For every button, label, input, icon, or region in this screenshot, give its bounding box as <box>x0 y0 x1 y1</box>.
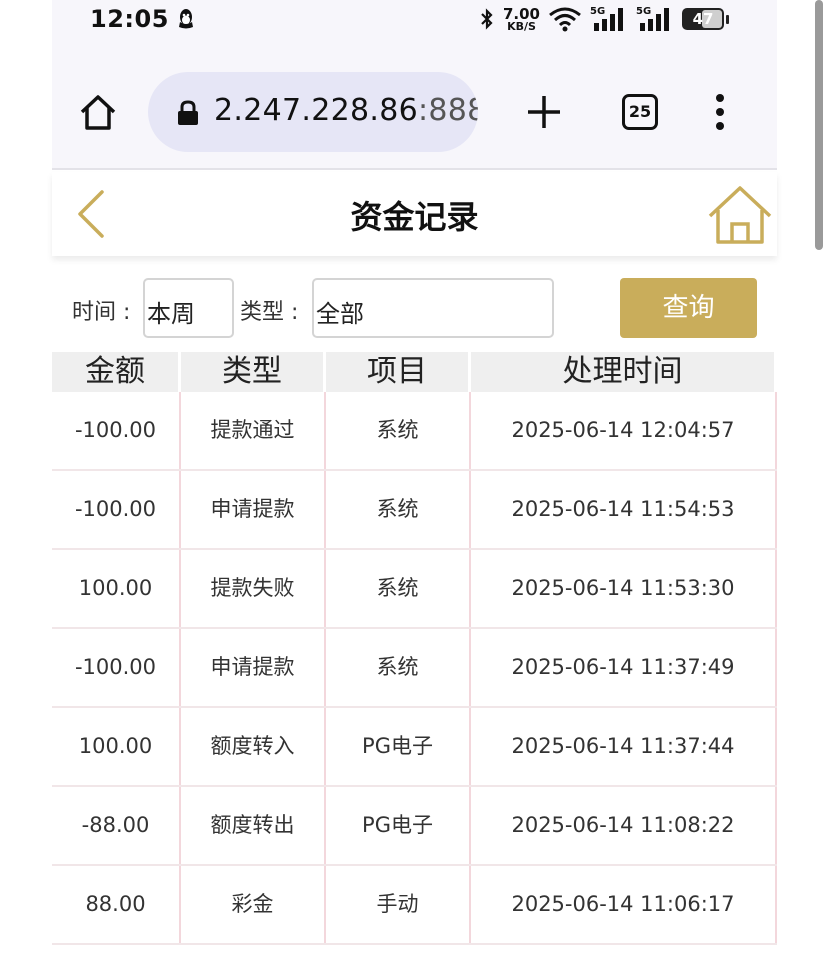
cell-amount: -100.00 <box>52 629 181 706</box>
tab-switcher-button[interactable]: 25 <box>622 94 658 130</box>
url-host: 2.247.228.86 <box>214 93 418 128</box>
cell-time: 2025-06-14 11:54:53 <box>471 471 777 548</box>
status-icons: 7.00 KB/S 5G 5G 47 <box>479 6 729 32</box>
cell-type: 额度转入 <box>181 708 326 785</box>
header-time: 处理时间 <box>471 352 777 392</box>
table-header: 金额 类型 项目 处理时间 <box>52 352 777 392</box>
cell-time: 2025-06-14 11:53:30 <box>471 550 777 627</box>
browser-toolbar: 2.247.228.86:888 25 <box>52 38 777 170</box>
cell-type: 提款失败 <box>181 550 326 627</box>
status-bar: 12:05 7.00 KB/S 5G 5G 47 <box>52 0 777 38</box>
browser-home-icon[interactable] <box>78 92 118 132</box>
url-port: :888 <box>418 93 478 128</box>
cell-time: 2025-06-14 12:04:57 <box>471 392 777 469</box>
cell-item: 系统 <box>326 471 471 548</box>
cell-amount: -88.00 <box>52 787 181 864</box>
qq-icon <box>179 9 193 29</box>
battery-cap <box>726 14 729 24</box>
battery-icon: 47 <box>682 8 724 30</box>
net-speed: 7.00 KB/S <box>502 4 540 33</box>
cell-time: 2025-06-14 11:37:44 <box>471 708 777 785</box>
cell-time: 2025-06-14 11:37:49 <box>471 629 777 706</box>
cell-item: 系统 <box>326 550 471 627</box>
cell-type: 额度转出 <box>181 787 326 864</box>
cell-type: 申请提款 <box>181 471 326 548</box>
time-select[interactable]: 本周 <box>143 278 234 338</box>
table-row: 100.00 提款失败 系统 2025-06-14 11:53:30 <box>52 550 777 629</box>
cell-time: 2025-06-14 11:06:17 <box>471 866 777 943</box>
lock-icon <box>178 100 198 125</box>
url-text: 2.247.228.86:888 <box>214 93 478 128</box>
house-icon[interactable] <box>706 184 774 246</box>
filter-bar: 时间 : 本周 类型 : 全部 查询 <box>52 276 777 340</box>
page-header: 资金记录 <box>52 172 777 256</box>
cell-item: 手动 <box>326 866 471 943</box>
cell-time: 2025-06-14 11:08:22 <box>471 787 777 864</box>
table-row: -100.00 提款通过 系统 2025-06-14 12:04:57 <box>52 392 777 471</box>
status-time: 12:05 <box>90 5 169 33</box>
cell-type: 申请提款 <box>181 629 326 706</box>
url-bar[interactable]: 2.247.228.86:888 <box>148 72 478 152</box>
table-row: 88.00 彩金 手动 2025-06-14 11:06:17 <box>52 866 777 945</box>
header-item: 项目 <box>326 352 471 392</box>
signal-sim2-icon: 5G <box>636 6 674 32</box>
table-row: -100.00 申请提款 系统 2025-06-14 11:37:49 <box>52 629 777 708</box>
cell-item: PG电子 <box>326 787 471 864</box>
cell-amount: 100.00 <box>52 550 181 627</box>
phone-screen: 12:05 7.00 KB/S 5G 5G 47 2.247.228.86:88… <box>52 0 777 961</box>
header-type: 类型 <box>181 352 326 392</box>
cell-item: 系统 <box>326 629 471 706</box>
table-row: -100.00 申请提款 系统 2025-06-14 11:54:53 <box>52 471 777 550</box>
type-label: 类型 : <box>240 300 299 325</box>
cell-type: 彩金 <box>181 866 326 943</box>
signal-sim1-icon: 5G <box>590 6 628 32</box>
cell-amount: 100.00 <box>52 708 181 785</box>
more-vertical-icon[interactable] <box>712 94 728 134</box>
bluetooth-icon <box>481 8 493 30</box>
page-title: 资金记录 <box>350 198 479 236</box>
cell-item: 系统 <box>326 392 471 469</box>
header-amount: 金额 <box>52 352 181 392</box>
table-row: -88.00 额度转出 PG电子 2025-06-14 11:08:22 <box>52 787 777 866</box>
cell-amount: 88.00 <box>52 866 181 943</box>
cell-type: 提款通过 <box>181 392 326 469</box>
scrollbar[interactable] <box>815 0 823 250</box>
cell-item: PG电子 <box>326 708 471 785</box>
wifi-icon <box>549 7 581 32</box>
query-button[interactable]: 查询 <box>620 278 757 338</box>
type-select[interactable]: 全部 <box>312 278 554 338</box>
records-table: 金额 类型 项目 处理时间 -100.00 提款通过 系统 2025-06-14… <box>52 352 777 945</box>
new-tab-icon[interactable] <box>524 92 564 132</box>
cell-amount: -100.00 <box>52 392 181 469</box>
table-row: 100.00 额度转入 PG电子 2025-06-14 11:37:44 <box>52 708 777 787</box>
time-label: 时间 : <box>72 300 131 325</box>
cell-amount: -100.00 <box>52 471 181 548</box>
